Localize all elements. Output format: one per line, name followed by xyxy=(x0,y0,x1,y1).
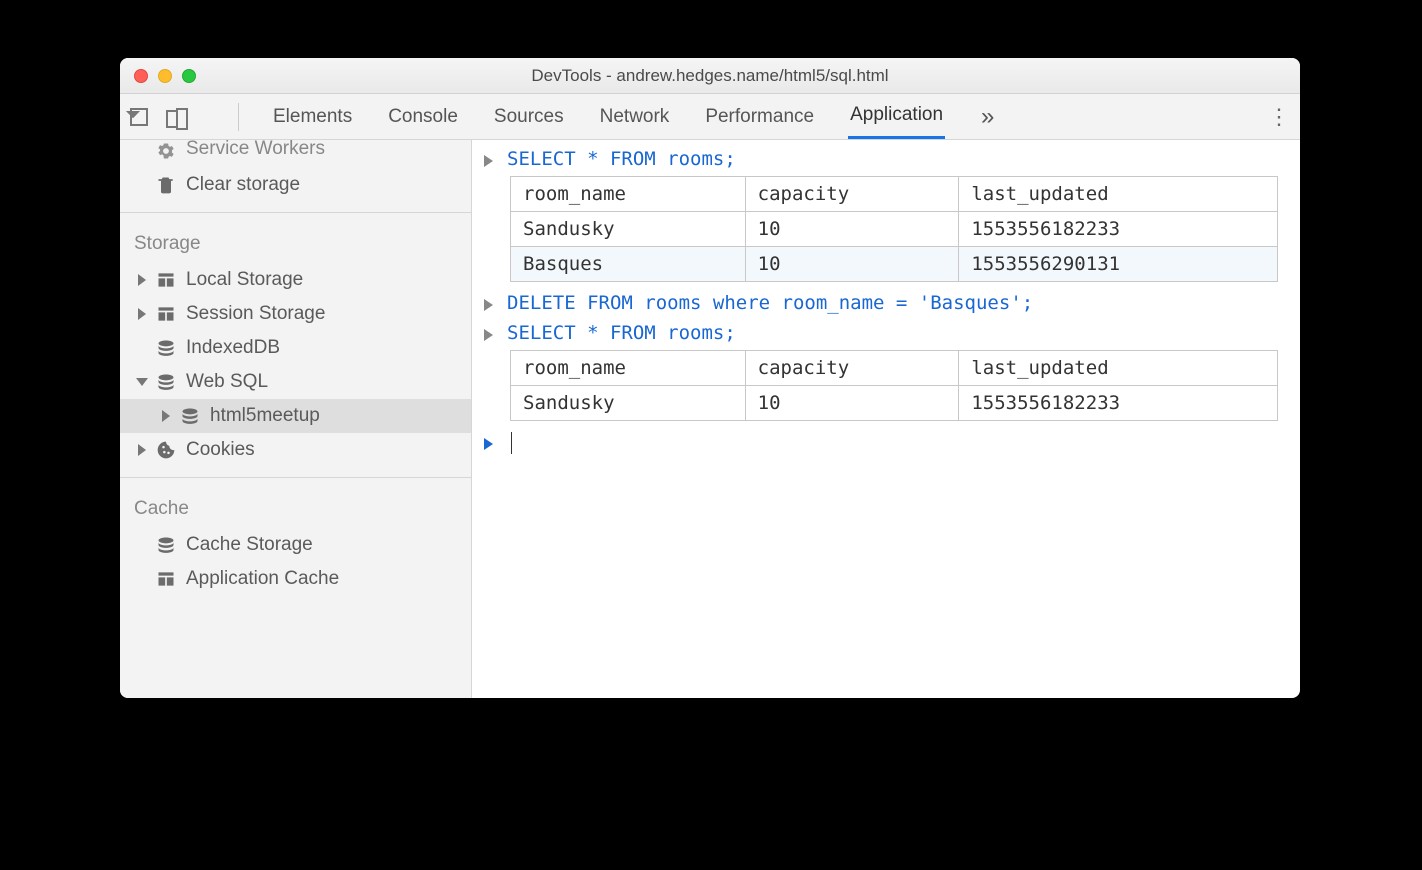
column-header[interactable]: last_updated xyxy=(959,351,1278,386)
window-title: DevTools - andrew.hedges.name/html5/sql.… xyxy=(120,66,1300,86)
cell: Basques xyxy=(511,247,746,282)
devtools-tabs: Elements Console Sources Network Perform… xyxy=(120,94,1300,140)
tab-sources[interactable]: Sources xyxy=(492,96,566,138)
table-row[interactable]: Sandusky 10 1553556182233 xyxy=(511,212,1278,247)
sidebar-item-label: IndexedDB xyxy=(186,337,280,359)
tab-application[interactable]: Application xyxy=(848,94,945,139)
cell: 1553556182233 xyxy=(959,386,1278,421)
sidebar-item-application-cache[interactable]: Application Cache xyxy=(120,562,471,596)
chevron-right-icon xyxy=(484,155,493,167)
table-row[interactable]: Sandusky 10 1553556182233 xyxy=(511,386,1278,421)
column-header[interactable]: room_name xyxy=(511,351,746,386)
sidebar-item-label: Web SQL xyxy=(186,371,268,393)
application-sidebar: Service Workers Clear storage Storage Lo… xyxy=(120,140,472,698)
sidebar-item-service-workers[interactable]: Service Workers xyxy=(120,140,471,168)
tabs-overflow-icon[interactable]: » xyxy=(981,103,994,131)
sidebar-item-local-storage[interactable]: Local Storage xyxy=(120,263,471,297)
close-icon[interactable] xyxy=(134,69,148,83)
sql-statement: SELECT * FROM rooms; xyxy=(507,322,736,344)
tab-console[interactable]: Console xyxy=(386,96,460,138)
inspect-element-icon[interactable] xyxy=(130,108,148,126)
minimize-icon[interactable] xyxy=(158,69,172,83)
sidebar-item-indexeddb[interactable]: IndexedDB xyxy=(120,331,471,365)
table-header-row: room_name capacity last_updated xyxy=(511,351,1278,386)
sidebar-item-label: Cookies xyxy=(186,439,255,461)
database-icon xyxy=(180,406,200,426)
sidebar-item-clear-storage[interactable]: Clear storage xyxy=(120,168,471,202)
devtools-window: DevTools - andrew.hedges.name/html5/sql.… xyxy=(120,58,1300,698)
sidebar-section-cache: Cache xyxy=(120,478,471,528)
prompt-icon xyxy=(484,438,493,450)
sql-input[interactable] xyxy=(507,431,512,454)
console-entry: SELECT * FROM rooms; xyxy=(480,144,1288,174)
database-icon xyxy=(156,535,176,555)
table-icon xyxy=(156,304,176,324)
console-prompt[interactable] xyxy=(480,427,1288,458)
sidebar-item-web-sql[interactable]: Web SQL xyxy=(120,365,471,399)
table-row[interactable]: Basques 10 1553556290131 xyxy=(511,247,1278,282)
body: Service Workers Clear storage Storage Lo… xyxy=(120,140,1300,698)
tab-performance[interactable]: Performance xyxy=(703,96,816,138)
sql-statement: DELETE FROM rooms where room_name = 'Bas… xyxy=(507,292,1033,314)
chevron-right-icon xyxy=(484,299,493,311)
database-icon xyxy=(156,338,176,358)
sidebar-item-label: Local Storage xyxy=(186,269,303,291)
sidebar-section-storage: Storage xyxy=(120,213,471,263)
sidebar-item-session-storage[interactable]: Session Storage xyxy=(120,297,471,331)
console-entry: DELETE FROM rooms where room_name = 'Bas… xyxy=(480,288,1288,318)
cell: 10 xyxy=(745,212,959,247)
sidebar-item-cache-storage[interactable]: Cache Storage xyxy=(120,528,471,562)
console-entry: SELECT * FROM rooms; xyxy=(480,318,1288,348)
column-header[interactable]: capacity xyxy=(745,351,959,386)
sidebar-item-label: Application Cache xyxy=(186,568,339,590)
device-toolbar-icon[interactable] xyxy=(166,108,188,126)
settings-menu-icon[interactable]: ⋮ xyxy=(1268,104,1290,130)
column-header[interactable]: last_updated xyxy=(959,177,1278,212)
zoom-icon[interactable] xyxy=(182,69,196,83)
sidebar-item-web-sql-db[interactable]: html5meetup xyxy=(120,399,471,433)
sidebar-item-label: Cache Storage xyxy=(186,534,313,556)
cell: 10 xyxy=(745,386,959,421)
cell: 10 xyxy=(745,247,959,282)
websql-console: SELECT * FROM rooms; room_name capacity … xyxy=(472,140,1300,698)
chevron-right-icon xyxy=(138,444,146,456)
trash-icon xyxy=(156,175,176,195)
table-header-row: room_name capacity last_updated xyxy=(511,177,1278,212)
chevron-right-icon xyxy=(162,410,170,422)
table-icon xyxy=(156,569,176,589)
result-table: room_name capacity last_updated Sandusky… xyxy=(510,176,1278,282)
sidebar-item-label: Service Workers xyxy=(186,140,325,160)
sidebar-item-label: html5meetup xyxy=(210,405,320,427)
result-table: room_name capacity last_updated Sandusky… xyxy=(510,350,1278,421)
table-icon xyxy=(156,270,176,290)
column-header[interactable]: capacity xyxy=(745,177,959,212)
cell: 1553556182233 xyxy=(959,212,1278,247)
sidebar-item-label: Clear storage xyxy=(186,174,300,196)
tab-network[interactable]: Network xyxy=(598,96,672,138)
cell: Sandusky xyxy=(511,212,746,247)
sidebar-item-label: Session Storage xyxy=(186,303,325,325)
traffic-lights xyxy=(120,69,196,83)
divider xyxy=(238,103,239,131)
chevron-right-icon xyxy=(484,329,493,341)
cookie-icon xyxy=(156,440,176,460)
sidebar-item-cookies[interactable]: Cookies xyxy=(120,433,471,467)
inspect-icons xyxy=(130,108,188,126)
chevron-right-icon xyxy=(138,274,146,286)
chevron-right-icon xyxy=(138,308,146,320)
database-icon xyxy=(156,372,176,392)
titlebar: DevTools - andrew.hedges.name/html5/sql.… xyxy=(120,58,1300,94)
cell: Sandusky xyxy=(511,386,746,421)
gear-icon xyxy=(156,141,176,161)
chevron-down-icon xyxy=(136,378,148,386)
text-cursor xyxy=(511,432,512,454)
sql-statement: SELECT * FROM rooms; xyxy=(507,148,736,170)
tab-elements[interactable]: Elements xyxy=(271,96,354,138)
cell: 1553556290131 xyxy=(959,247,1278,282)
column-header[interactable]: room_name xyxy=(511,177,746,212)
